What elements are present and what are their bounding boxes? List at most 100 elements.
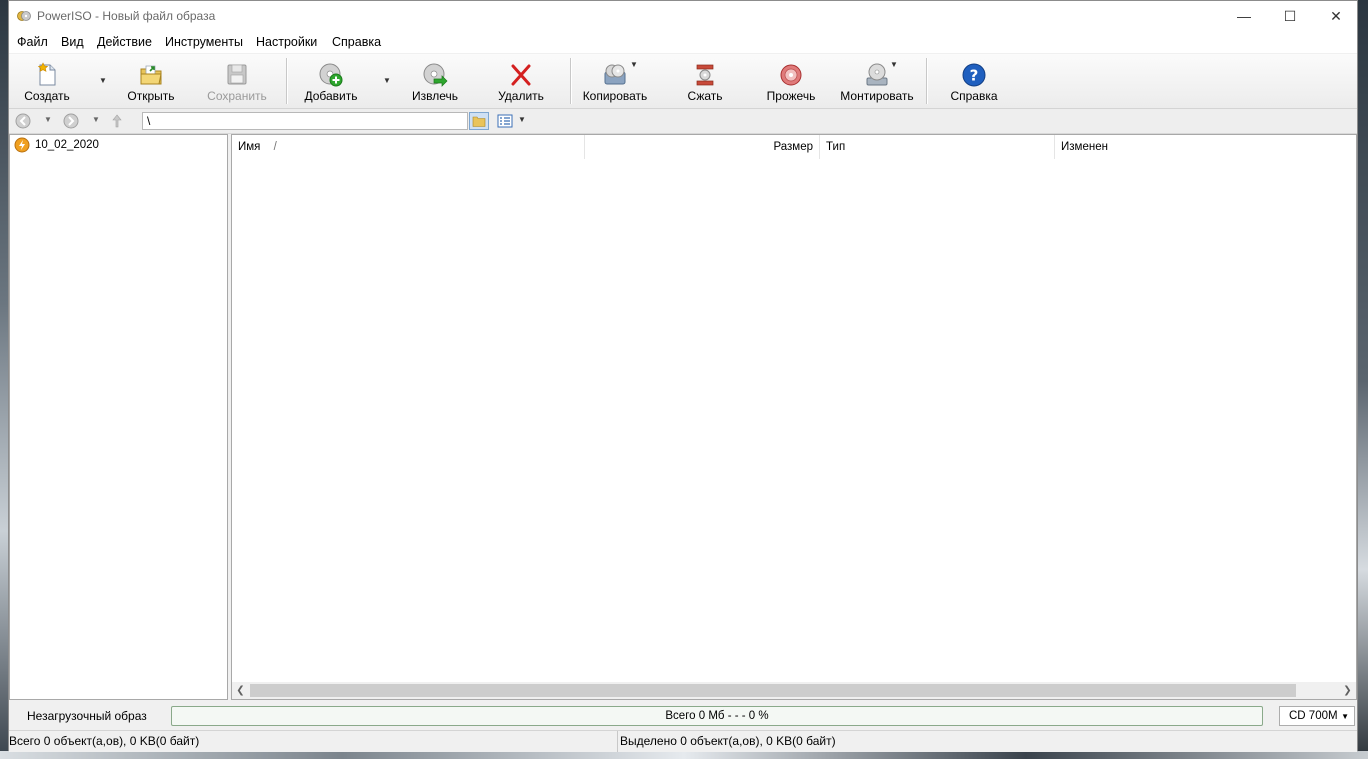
view-mode-icon[interactable] xyxy=(497,113,513,129)
svg-text:?: ? xyxy=(970,67,979,85)
open-button[interactable]: Открыть xyxy=(117,58,185,104)
maximize-button[interactable]: ☐ xyxy=(1267,1,1313,31)
menu-tools[interactable]: Инструменты xyxy=(165,35,243,49)
boot-type-label: Незагрузочный образ xyxy=(27,709,147,723)
status-bar: Всего 0 объект(а,ов), 0 KB(0 байт) Выдел… xyxy=(9,730,1357,752)
back-arrow-icon[interactable] xyxy=(15,113,31,129)
app-window: PowerISO - Новый файл образа — ☐ ✕ Файл … xyxy=(8,0,1358,752)
menu-action[interactable]: Действие xyxy=(97,35,152,49)
red-x-icon xyxy=(511,64,531,86)
add-dropdown-button[interactable]: ▼ xyxy=(382,76,392,86)
title-bar: PowerISO - Новый файл образа — ☐ ✕ xyxy=(9,1,1357,31)
sort-indicator: / xyxy=(273,141,277,153)
menu-settings[interactable]: Настройки xyxy=(256,35,317,49)
extract-button[interactable]: Извлечь xyxy=(401,58,469,104)
menu-file[interactable]: Файл xyxy=(17,35,48,49)
burn-button[interactable]: Прожечь xyxy=(757,58,825,104)
chevron-down-icon: ▼ xyxy=(383,76,391,85)
copy-label: Копировать xyxy=(582,89,648,103)
help-button[interactable]: ? Справка xyxy=(941,58,1007,104)
save-label: Сохранить xyxy=(207,89,267,103)
file-list-header: Имя / Размер Тип Изменен xyxy=(232,135,1356,159)
horizontal-scrollbar[interactable]: ❮ ❯ xyxy=(232,682,1356,699)
copy-dropdown-button[interactable]: ▼ xyxy=(629,60,639,70)
navigation-bar: ▼ ▼ ▼ xyxy=(9,109,1357,134)
tree-root-label: 10_02_2020 xyxy=(35,139,99,151)
open-folder-icon xyxy=(140,65,162,85)
view-mode-dropdown[interactable]: ▼ xyxy=(518,115,526,124)
burn-label: Прожечь xyxy=(766,89,816,103)
column-name-label: Имя xyxy=(238,141,261,153)
close-icon: ✕ xyxy=(1330,7,1342,24)
minimize-button[interactable]: — xyxy=(1221,1,1267,31)
column-modified[interactable]: Изменен xyxy=(1054,135,1356,159)
toolbar-separator xyxy=(926,58,928,104)
create-dropdown-button[interactable]: ▼ xyxy=(98,76,108,86)
burn-disc-icon xyxy=(780,64,802,86)
capacity-status-bar: Незагрузочный образ Всего 0 Мб - - - 0 %… xyxy=(9,703,1357,729)
column-name[interactable]: Имя / xyxy=(238,135,583,159)
copy-button[interactable]: Копировать xyxy=(579,58,651,104)
folder-view-icon[interactable] xyxy=(469,112,489,130)
column-type[interactable]: Тип xyxy=(819,135,1054,159)
mount-label: Монтировать xyxy=(840,89,914,103)
delete-button[interactable]: Удалить xyxy=(487,58,555,104)
menu-help[interactable]: Справка xyxy=(332,35,381,49)
maximize-icon: ☐ xyxy=(1283,7,1297,24)
chevron-down-icon: ▼ xyxy=(630,60,638,69)
save-button[interactable]: Сохранить xyxy=(201,58,273,104)
chevron-down-icon: ▼ xyxy=(890,60,898,69)
compress-label: Сжать xyxy=(687,89,723,103)
poweriso-disc-icon xyxy=(17,11,31,21)
compress-button[interactable]: Сжать xyxy=(671,58,739,104)
create-button[interactable]: Создать xyxy=(13,58,81,104)
status-divider xyxy=(617,731,618,752)
menu-view[interactable]: Вид xyxy=(61,35,84,49)
desktop-bottom-edge xyxy=(0,751,1368,759)
create-label: Создать xyxy=(24,89,70,103)
disc-extract-icon xyxy=(423,63,448,87)
toolbar-separator xyxy=(570,58,572,104)
add-button[interactable]: Добавить xyxy=(297,58,365,104)
chevron-down-icon: ▼ xyxy=(1341,712,1349,721)
help-question-icon: ? xyxy=(962,63,986,87)
capacity-select[interactable]: CD 700M ▼ xyxy=(1279,706,1355,726)
window-title: PowerISO - Новый файл образа xyxy=(37,9,216,23)
folder-tree: 10_02_2020 xyxy=(9,134,228,700)
up-folder-icon[interactable] xyxy=(109,113,125,129)
desktop-right-edge xyxy=(1358,0,1368,759)
delete-label: Удалить xyxy=(498,89,544,103)
scroll-thumb[interactable] xyxy=(250,684,1296,697)
floppy-disk-icon xyxy=(227,64,247,85)
mount-button[interactable]: Монтировать xyxy=(839,58,915,104)
help-label: Справка xyxy=(950,89,998,103)
open-label: Открыть xyxy=(127,89,175,103)
main-toolbar: Создать ▼ Открыть Сохранить Добавить ▼ И… xyxy=(9,54,1357,109)
desktop-left-edge xyxy=(0,0,8,759)
tree-root-node[interactable]: 10_02_2020 xyxy=(14,137,99,153)
toolbar-separator xyxy=(286,58,288,104)
compress-icon xyxy=(696,64,714,86)
add-label: Добавить xyxy=(304,89,358,103)
total-objects-status: Всего 0 объект(а,ов), 0 KB(0 байт) xyxy=(9,734,200,748)
column-size[interactable]: Размер xyxy=(584,135,819,159)
disc-copy-icon xyxy=(604,64,626,85)
chevron-down-icon: ▼ xyxy=(99,76,107,85)
capacity-value: CD 700M xyxy=(1289,710,1338,722)
mount-dropdown-button[interactable]: ▼ xyxy=(889,60,899,70)
scroll-left-arrow[interactable]: ❮ xyxy=(232,682,249,699)
disc-usage-progress: Всего 0 Мб - - - 0 % xyxy=(171,706,1263,726)
selected-objects-status: Выделено 0 объект(а,ов), 0 KB(0 байт) xyxy=(620,734,836,748)
new-file-star-icon xyxy=(37,62,56,86)
forward-arrow-icon[interactable] xyxy=(63,113,79,129)
path-input[interactable] xyxy=(142,112,468,130)
scroll-right-arrow[interactable]: ❯ xyxy=(1339,682,1356,699)
close-button[interactable]: ✕ xyxy=(1313,1,1359,31)
back-history-dropdown[interactable]: ▼ xyxy=(44,115,52,124)
file-list: Имя / Размер Тип Изменен ❮ ❯ xyxy=(231,134,1357,700)
disc-add-icon xyxy=(319,63,343,87)
menu-bar: Файл Вид Действие Инструменты Настройки … xyxy=(9,31,1357,53)
forward-history-dropdown[interactable]: ▼ xyxy=(92,115,100,124)
disc-usage-text: Всего 0 Мб - - - 0 % xyxy=(665,710,769,722)
image-root-icon xyxy=(14,137,30,153)
